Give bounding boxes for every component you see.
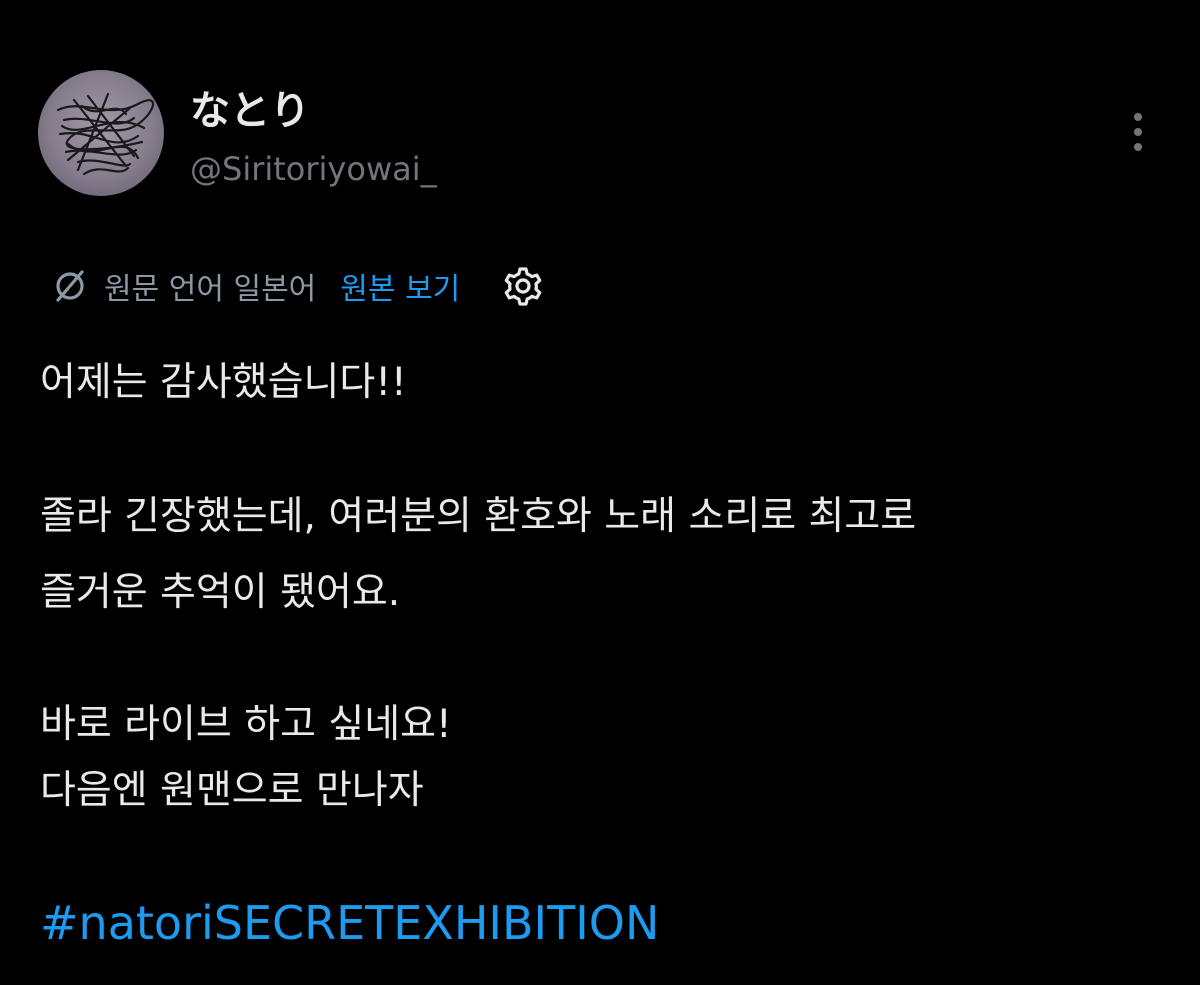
tweet-text-line-3: 즐거운 추억이 됐어요. [40, 570, 401, 615]
more-button[interactable] [1118, 106, 1158, 158]
avatar-scribble [56, 92, 155, 176]
tweet-text-line-5: 다음엔 원맨으로 만나자 [40, 768, 424, 813]
avatar[interactable] [38, 70, 164, 196]
translate-icon [48, 264, 92, 308]
tweet-text-line-4: 바로 라이브 하고 싶네요! [40, 702, 452, 747]
translation-bar: 원문 언어 일본어 원본 보기 [48, 262, 548, 310]
view-original-link[interactable]: 원본 보기 [340, 264, 460, 308]
tweet-text-line-2: 졸라 긴장했는데, 여러분의 환호와 노래 소리로 최고로 [40, 494, 917, 539]
hashtag-link[interactable]: #natoriSECRETEXHIBITION [40, 896, 659, 950]
source-language-text: 원문 언어 일본어 [104, 272, 317, 307]
display-name[interactable]: なとり [190, 78, 310, 136]
more-vertical-icon [1134, 113, 1142, 151]
tweet-text-line-1: 어제는 감사했습니다!! [40, 360, 407, 405]
username[interactable]: @Siritoriyowai_ [190, 150, 437, 188]
gear-icon[interactable] [498, 261, 548, 311]
